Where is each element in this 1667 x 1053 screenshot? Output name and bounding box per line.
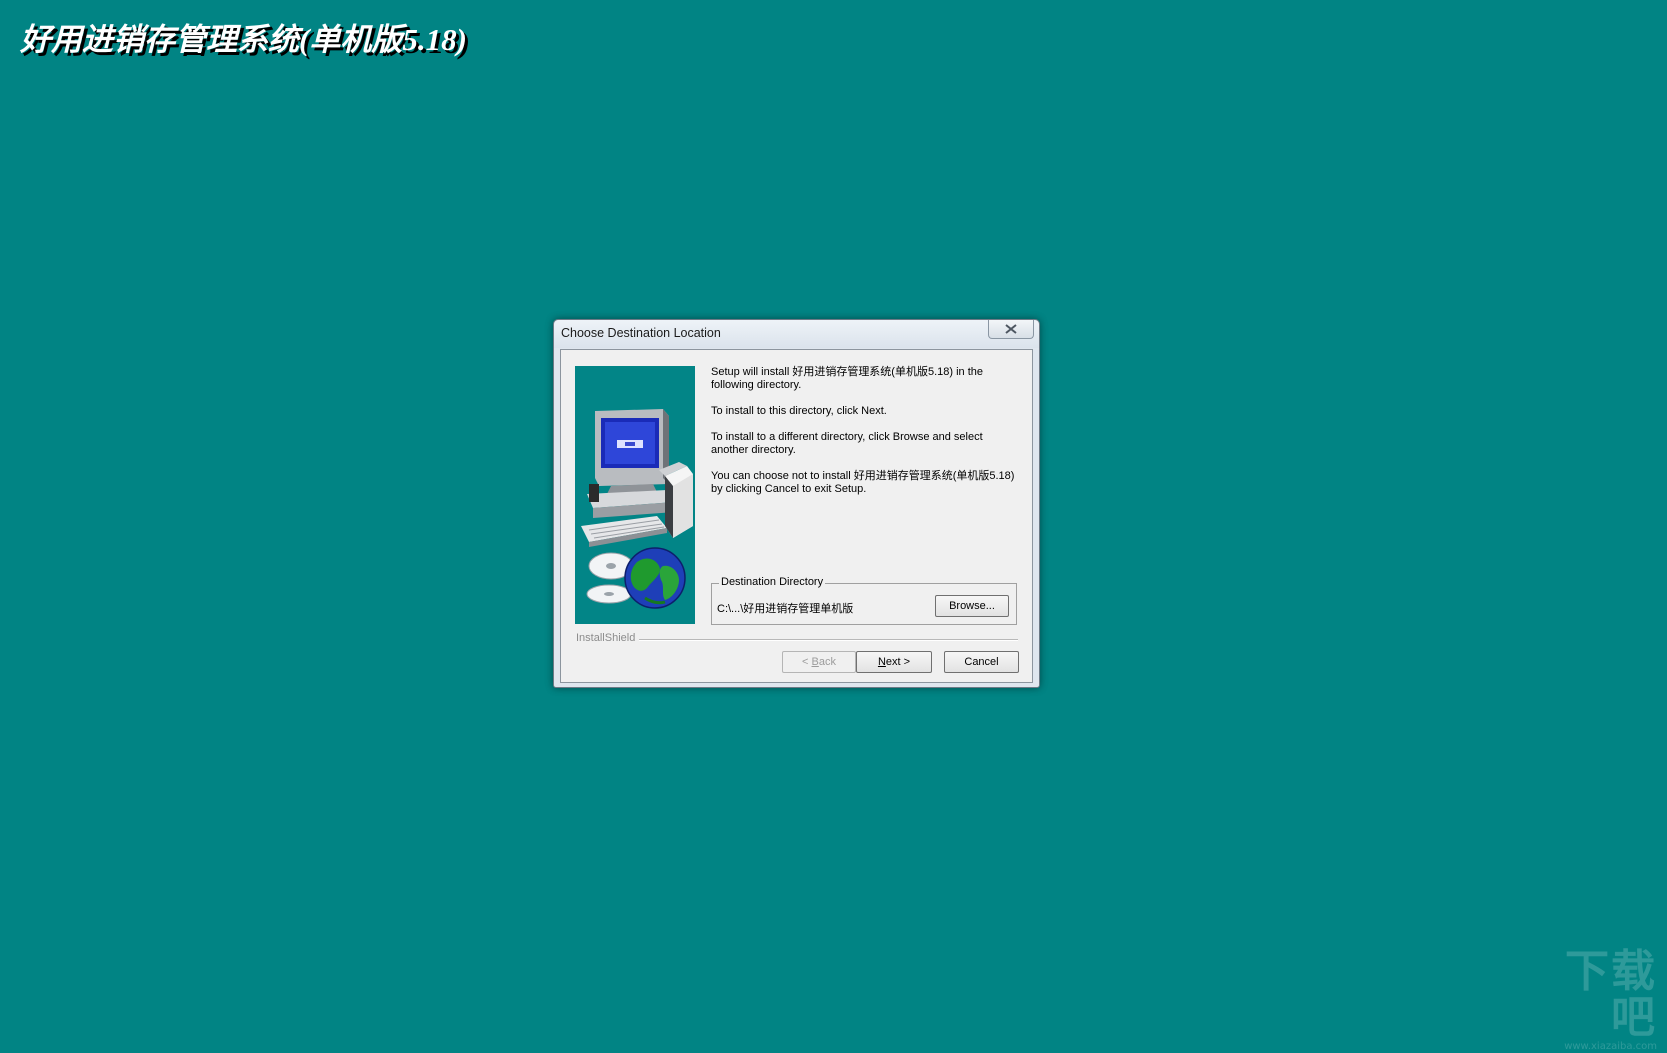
- destination-path: C:\...\好用进销存管理单机版: [717, 603, 854, 615]
- dialog-client-area: Setup will install 好用进销存管理系统(单机版5.18) in…: [560, 349, 1033, 683]
- instruction-paragraph: You can choose not to install 好用进销存管理系统(…: [711, 470, 1015, 495]
- installshield-divider: [576, 639, 1018, 641]
- computer-globe-icon: [581, 409, 693, 609]
- setup-illustration: [575, 366, 695, 624]
- next-button-hotkey: N: [877, 656, 886, 668]
- dialog-title: Choose Destination Location: [561, 326, 721, 340]
- setup-dialog: Choose Destination Location Setup will i…: [553, 319, 1040, 688]
- next-button[interactable]: Next >: [856, 651, 932, 673]
- back-button[interactable]: < Back: [782, 651, 856, 673]
- instruction-paragraph: To install to a different directory, cli…: [711, 431, 983, 456]
- destination-directory-label: Destination Directory: [719, 576, 826, 588]
- next-button-label: ext >: [885, 656, 911, 668]
- cancel-button[interactable]: Cancel: [944, 651, 1019, 673]
- destination-directory-group: Destination Directory C:\...\好用进销存管理单机版 …: [711, 576, 1017, 625]
- dialog-titlebar[interactable]: Choose Destination Location: [554, 320, 1039, 348]
- watermark-logo-text: 下载吧: [1565, 946, 1657, 1043]
- close-icon: [1005, 324, 1017, 334]
- browse-button[interactable]: Browse...: [935, 595, 1009, 617]
- back-button-hotkey: B: [811, 656, 819, 668]
- instruction-paragraph: Setup will install 好用进销存管理系统(单机版5.18) in…: [711, 366, 984, 391]
- site-watermark: 下载吧 www.xiazaiba.com: [1525, 949, 1657, 1053]
- back-button-prefix: <: [802, 656, 812, 668]
- installshield-label: InstallShield: [576, 632, 640, 644]
- banner-title: 好用进销存管理系统(单机版5.18): [20, 22, 467, 57]
- watermark-url: www.xiazaiba.com: [1564, 1041, 1657, 1052]
- back-button-label: ack: [818, 656, 836, 668]
- instruction-paragraph: To install to this directory, click Next…: [711, 405, 887, 417]
- instruction-text: Setup will install 好用进销存管理系统(单机版5.18) in…: [711, 366, 1023, 509]
- close-button[interactable]: [988, 320, 1034, 339]
